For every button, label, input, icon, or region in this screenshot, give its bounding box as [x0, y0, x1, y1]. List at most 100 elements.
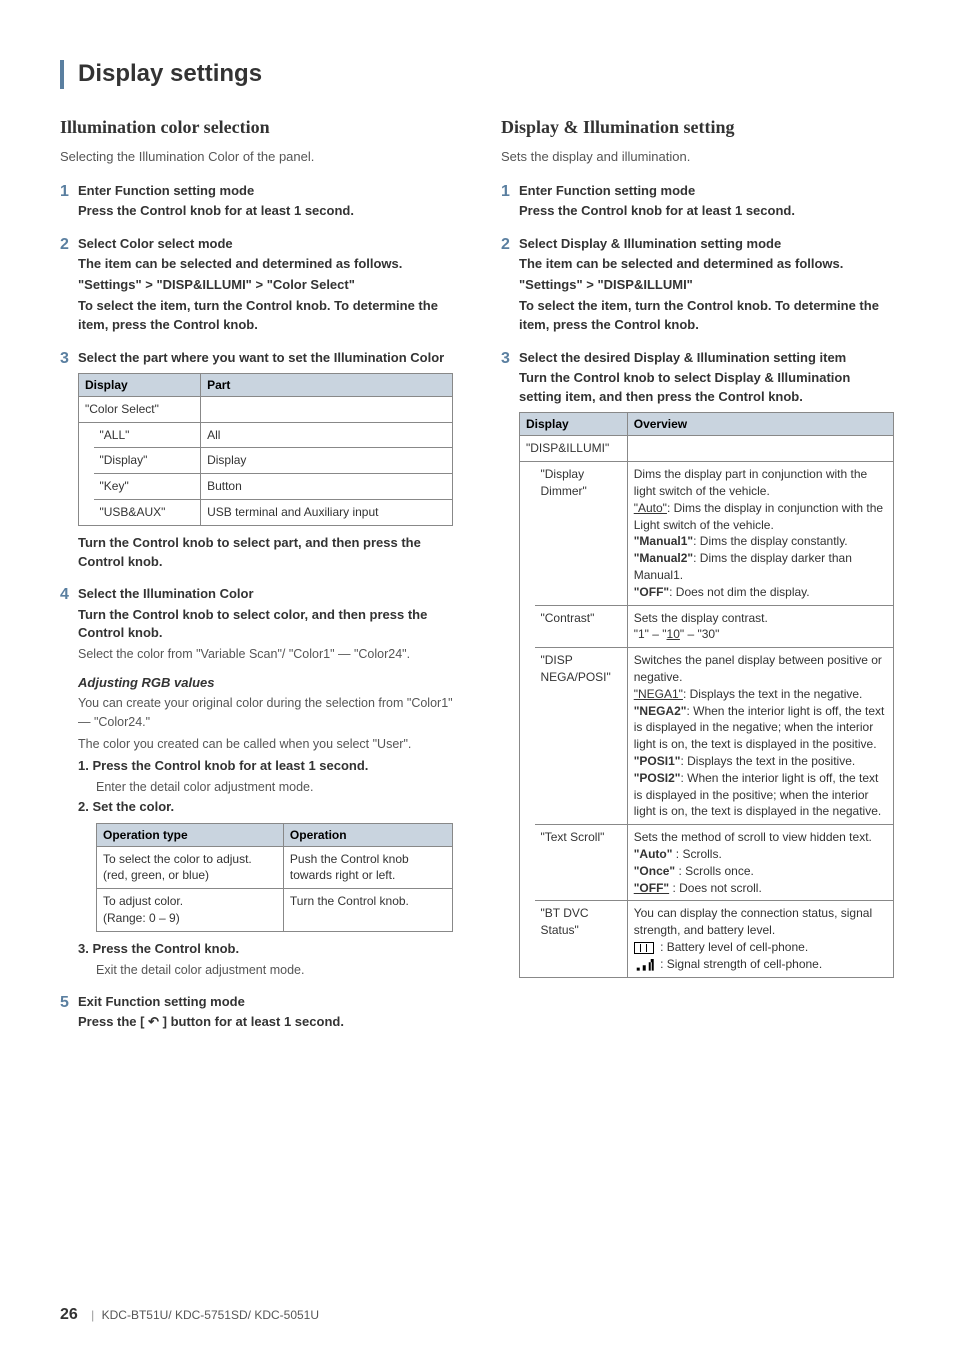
th-operation-type: Operation type [97, 823, 284, 846]
posi1-text: : Displays the text in the positive. [680, 754, 855, 768]
th-overview: Overview [627, 413, 893, 436]
contrast-range-a: "1" – " [634, 627, 667, 641]
textscroll-off-label: "OFF" [634, 881, 669, 895]
step2-sub1: The item can be selected and determined … [78, 255, 453, 274]
footer-models: KDC-BT51U/ KDC-5751SD/ KDC-5051U [102, 1308, 319, 1322]
r-step1-head: Enter Function setting mode [519, 182, 894, 200]
row-contrast-overview: Sets the display contrast. "1" – "10" – … [627, 605, 893, 648]
row-usbaux-part: USB terminal and Auxiliary input [201, 499, 453, 525]
rgb-p1: You can create your original color durin… [78, 694, 453, 730]
step3-head: Select the part where you want to set th… [78, 349, 453, 367]
r-step2-head: Select Display & Illumination setting mo… [519, 235, 894, 253]
rgb-1-head: Press the Control knob for at least 1 se… [92, 758, 368, 773]
rgb-table: Operation type Operation To select the c… [96, 823, 453, 932]
negaposi-l1: Switches the panel display between posit… [634, 653, 882, 684]
th-display: Display [79, 373, 201, 396]
row-text-scroll: "Text Scroll" [535, 825, 628, 901]
manual1-text: : Dims the display constantly. [693, 534, 848, 548]
r-step2-sub1: The item can be selected and determined … [519, 255, 894, 274]
row-key: "Key" [94, 474, 201, 500]
step-number: 3 [501, 349, 519, 370]
row-btdvc-overview: You can display the connection status, s… [627, 901, 893, 977]
off-text: : Does not dim the display. [669, 585, 810, 599]
r-step2-path: "Settings" > "DISP&ILLUMI" [519, 276, 894, 295]
path-part: "Color Select" [267, 277, 355, 292]
rgb-2-head: Set the color. [92, 799, 174, 814]
path-part: "Settings" [519, 277, 583, 292]
step3-sub: Turn the Control knob to select part, an… [78, 534, 453, 572]
off-label: "OFF" [634, 585, 669, 599]
rgb-1: 1. Press the Control knob for at least 1… [78, 757, 453, 776]
step1-head: Enter Function setting mode [78, 182, 453, 200]
nega1-label: "NEGA1" [634, 687, 683, 701]
page-title: Display settings [60, 60, 894, 89]
battery-icon [634, 942, 654, 954]
r-step3-head: Select the desired Display & Illuminatio… [519, 349, 894, 367]
left-column: Illumination color selection Selecting t… [60, 117, 453, 1046]
step4-note: Select the color from "Variable Scan"/ "… [78, 645, 453, 663]
row-negaposi: "DISP NEGA/POSI" [535, 648, 628, 825]
footer-separator: | [91, 1308, 94, 1322]
row-all-part: All [201, 422, 453, 448]
rgb-r2b: Turn the Control knob. [283, 889, 452, 932]
page-footer: 26 | KDC-BT51U/ KDC-5751SD/ KDC-5051U [60, 1306, 319, 1324]
textscroll-once-text: : Scrolls once. [675, 864, 754, 878]
rgb-heading: Adjusting RGB values [78, 675, 453, 690]
contrast-l1: Sets the display contrast. [634, 611, 768, 625]
illumination-heading: Illumination color selection [60, 117, 453, 138]
l1: Dims the display part in conjunction wit… [634, 467, 867, 498]
path-part: "DISP&ILLUMI" [156, 277, 251, 292]
illumination-intro: Selecting the Illumination Color of the … [60, 148, 453, 166]
chevron-right-icon: > [145, 277, 156, 292]
rgb-r1b: Push the Control knob towards right or l… [283, 846, 452, 889]
display-illum-intro: Sets the display and illumination. [501, 148, 894, 166]
row-empty [627, 436, 893, 462]
textscroll-off-text: : Does not scroll. [669, 881, 762, 895]
row-btdvc: "BT DVC Status" [535, 901, 628, 977]
step2-head: Select Color select mode [78, 235, 453, 253]
nega2-label: "NEGA2" [634, 704, 687, 718]
nega1-text: : Displays the text in the negative. [683, 687, 862, 701]
signal-icon [634, 959, 654, 971]
step5-head: Exit Function setting mode [78, 993, 453, 1011]
step4-sub: Turn the Control knob to select color, a… [78, 606, 453, 644]
row-display-dimmer: "Display Dimmer" [535, 462, 628, 605]
r-step3-sub: Turn the Control knob to select Display … [519, 369, 894, 407]
step-number: 2 [501, 235, 519, 256]
rgb-p2: The color you created can be called when… [78, 735, 453, 753]
right-column: Display & Illumination setting Sets the … [501, 117, 894, 1046]
return-icon: ↶ [148, 1013, 159, 1032]
btdvc-batt: : Battery level of cell-phone. [657, 940, 808, 954]
th-operation: Operation [283, 823, 452, 846]
row-empty [201, 396, 453, 422]
path-part: "DISP&ILLUMI" [597, 277, 692, 292]
th-display: Display [520, 413, 628, 436]
rgb-r1a: To select the color to adjust. (red, gre… [97, 846, 284, 889]
r-step2-sub3: To select the item, turn the Control kno… [519, 297, 894, 335]
step-number: 4 [60, 585, 78, 606]
btdvc-sig: : Signal strength of cell-phone. [657, 957, 822, 971]
row-all: "ALL" [94, 422, 201, 448]
step5-sub: Press the [ ↶ ] button for at least 1 se… [78, 1013, 453, 1032]
step2-sub3: To select the item, turn the Control kno… [78, 297, 453, 335]
row-display: "Display" [94, 448, 201, 474]
step1-sub: Press the Control knob for at least 1 se… [78, 202, 453, 221]
row-dispillumi: "DISP&ILLUMI" [520, 436, 628, 462]
manual1-label: "Manual1" [634, 534, 693, 548]
rgb-1-note: Enter the detail color adjustment mode. [96, 778, 453, 796]
step5-sub-b: ] button for at least 1 second. [163, 1014, 344, 1029]
auto-label: "Auto" [634, 501, 667, 515]
step4-head: Select the Illumination Color [78, 585, 453, 603]
chevron-right-icon: > [255, 277, 266, 292]
rgb-2: 2. Set the color. [78, 798, 453, 817]
chevron-right-icon: > [586, 277, 597, 292]
posi2-label: "POSI2" [634, 771, 681, 785]
textscroll-auto-label: "Auto" [634, 847, 673, 861]
step2-path: "Settings" > "DISP&ILLUMI" > "Color Sele… [78, 276, 453, 295]
overview-table: Display Overview "DISP&ILLUMI" "Display … [519, 412, 894, 977]
r-step1-sub: Press the Control knob for at least 1 se… [519, 202, 894, 221]
row-display-part: Display [201, 448, 453, 474]
step-number: 1 [501, 182, 519, 203]
step5-sub-a: Press the [ [78, 1014, 144, 1029]
row-text-scroll-overview: Sets the method of scroll to view hidden… [627, 825, 893, 901]
